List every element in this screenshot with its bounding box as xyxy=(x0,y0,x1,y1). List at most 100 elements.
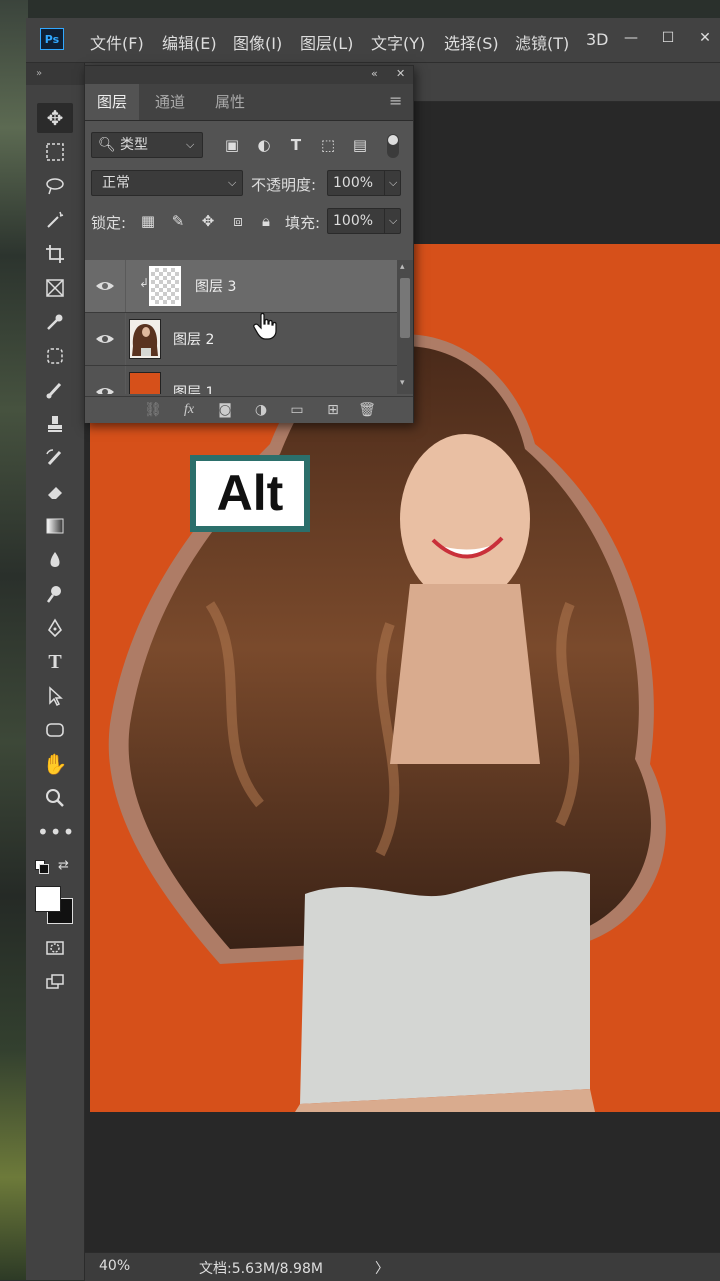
menu-filter[interactable]: 滤镜(T) xyxy=(515,30,569,54)
pen-tool-icon[interactable] xyxy=(37,613,73,643)
quick-mask-icon[interactable] xyxy=(37,933,73,963)
folder-icon[interactable]: ▭ xyxy=(285,399,309,421)
visibility-eye-icon[interactable] xyxy=(95,276,115,296)
blend-mode-label: 正常 xyxy=(102,175,130,191)
shape-tool-icon[interactable] xyxy=(37,715,73,745)
gradient-tool-icon[interactable] xyxy=(37,511,73,541)
blur-tool-icon[interactable] xyxy=(37,545,73,575)
opacity-value: 100% xyxy=(333,175,374,191)
hand-tool-icon[interactable]: ✋ xyxy=(37,749,73,779)
layer-row[interactable]: 图层 2 xyxy=(85,313,397,366)
filter-shape-icon[interactable]: ⬚ xyxy=(317,134,339,156)
scroll-up-icon[interactable]: ▴ xyxy=(400,262,405,272)
panel-menu-icon[interactable]: ≡ xyxy=(389,91,402,110)
lock-image-icon[interactable]: ✎ xyxy=(167,210,189,232)
filter-row: 🔍︎ 类型 ⌵ ▣ ◐ T ⬚ ▤ xyxy=(85,128,413,162)
status-bar: 40% 文档:5.63M/8.98M 〉 xyxy=(85,1252,720,1281)
panel-tabs: 图层 通道 属性 ≡ xyxy=(85,84,413,121)
ps-logo: Ps xyxy=(40,28,64,50)
layers-scrollbar[interactable]: ▴ ▾ xyxy=(397,260,413,394)
lock-label: 锁定: xyxy=(91,214,127,232)
menu-bar: Ps 文件(F) 编辑(E) 图像(I) 图层(L) 文字(Y) 选择(S) 滤… xyxy=(26,18,720,63)
layer-row[interactable]: ↲ 图层 3 xyxy=(85,260,397,313)
magic-wand-tool-icon[interactable] xyxy=(37,205,73,235)
status-menu-arrow-icon[interactable]: 〉 xyxy=(375,1258,389,1278)
layer-name[interactable]: 图层 3 xyxy=(195,276,236,296)
brush-tool-icon[interactable] xyxy=(37,375,73,405)
layer-name[interactable]: 图层 2 xyxy=(173,329,214,349)
layers-panel: « ✕ 图层 通道 属性 ≡ 🔍︎ 类型 ⌵ ▣ ◐ T ⬚ ▤ 正常 ⌵ 不透… xyxy=(84,65,414,423)
lock-transparency-icon[interactable]: ▦ xyxy=(137,210,159,232)
search-icon: 🔍︎ xyxy=(98,137,116,153)
menu-image[interactable]: 图像(I) xyxy=(233,30,282,54)
zoom-level[interactable]: 40% xyxy=(99,1258,130,1274)
screen-mode-icon[interactable] xyxy=(37,967,73,997)
scroll-thumb[interactable] xyxy=(400,278,410,338)
layers-list: ↲ 图层 3 图层 2 图层 1 xyxy=(85,260,397,394)
default-colors-icon[interactable] xyxy=(35,860,49,874)
swap-colors-icon[interactable]: ⇄ xyxy=(58,858,69,873)
opacity-field[interactable]: 100% ⌵ xyxy=(327,170,401,196)
blend-row: 正常 ⌵ 不透明度: 100% ⌵ xyxy=(85,166,413,200)
move-tool-icon[interactable]: ✥ xyxy=(37,103,73,133)
lock-artboard-icon[interactable]: ⧈ xyxy=(227,210,249,232)
visibility-eye-icon[interactable] xyxy=(95,382,115,394)
toolbar-collapse-icon[interactable]: » xyxy=(26,63,84,85)
healing-tool-icon[interactable] xyxy=(37,341,73,371)
link-icon[interactable]: ⛓ xyxy=(141,399,165,421)
panel-close-icon[interactable]: ✕ xyxy=(396,67,405,80)
blend-mode-select[interactable]: 正常 ⌵ xyxy=(91,170,243,196)
menu-3d[interactable]: 3D xyxy=(586,30,609,49)
fill-value: 100% xyxy=(333,213,374,229)
layer-name[interactable]: 图层 1 xyxy=(173,382,214,394)
fill-label: 填充: xyxy=(285,214,321,232)
fill-field[interactable]: 100% ⌵ xyxy=(327,208,401,234)
clipping-mask-icon: ↲ xyxy=(139,276,150,290)
fx-icon[interactable]: fx xyxy=(177,399,201,421)
filter-toggle[interactable] xyxy=(387,134,399,158)
menu-select[interactable]: 选择(S) xyxy=(444,30,499,54)
filter-adjustment-icon[interactable]: ◐ xyxy=(253,134,275,156)
marquee-tool-icon[interactable] xyxy=(37,137,73,167)
maximize-button[interactable]: ☐ xyxy=(653,24,683,52)
lock-all-icon[interactable]: 🔒︎ xyxy=(255,210,277,232)
foreground-color-swatch[interactable] xyxy=(35,886,61,912)
filter-smart-object-icon[interactable]: ▤ xyxy=(349,134,371,156)
eyedropper-tool-icon[interactable] xyxy=(37,307,73,337)
photoshop-window: Ps 文件(F) 编辑(E) 图像(I) 图层(L) 文字(Y) 选择(S) 滤… xyxy=(26,18,720,1281)
crop-tool-icon[interactable] xyxy=(37,239,73,269)
lasso-tool-icon[interactable] xyxy=(37,171,73,201)
layer-row[interactable]: 图层 1 xyxy=(85,366,397,394)
filter-type-icon[interactable]: T xyxy=(285,134,307,156)
close-window-button[interactable]: ✕ xyxy=(690,24,720,52)
menu-type[interactable]: 文字(Y) xyxy=(371,30,425,54)
minimize-button[interactable]: — xyxy=(616,24,646,52)
zoom-tool-icon[interactable] xyxy=(37,783,73,813)
type-tool-icon[interactable]: T xyxy=(37,647,73,677)
alt-key-overlay: Alt xyxy=(190,455,310,532)
visibility-eye-icon[interactable] xyxy=(95,329,115,349)
filter-pixel-icon[interactable]: ▣ xyxy=(221,134,243,156)
scroll-down-icon[interactable]: ▾ xyxy=(400,378,405,388)
more-tools-icon[interactable]: ••• xyxy=(37,817,74,847)
tab-channels[interactable]: 通道 xyxy=(143,84,197,120)
lock-position-icon[interactable]: ✥ xyxy=(197,210,219,232)
menu-layer[interactable]: 图层(L) xyxy=(300,30,353,54)
adjustment-icon[interactable]: ◑ xyxy=(249,399,273,421)
panel-collapse-icon[interactable]: « xyxy=(371,67,378,80)
eraser-tool-icon[interactable] xyxy=(37,477,73,507)
chevron-down-icon: ⌵ xyxy=(384,171,397,195)
history-brush-tool-icon[interactable] xyxy=(37,443,73,473)
tab-layers[interactable]: 图层 xyxy=(85,84,140,120)
new-layer-icon[interactable]: ⊞ xyxy=(321,399,345,421)
filter-kind-select[interactable]: 🔍︎ 类型 ⌵ xyxy=(91,132,203,158)
frame-tool-icon[interactable] xyxy=(37,273,73,303)
mask-icon[interactable]: ◙ xyxy=(213,399,237,421)
path-selection-tool-icon[interactable] xyxy=(37,681,73,711)
menu-file[interactable]: 文件(F) xyxy=(90,30,144,54)
dodge-tool-icon[interactable] xyxy=(37,579,73,609)
trash-icon[interactable]: 🗑︎ xyxy=(355,399,379,421)
menu-edit[interactable]: 编辑(E) xyxy=(162,30,217,54)
stamp-tool-icon[interactable] xyxy=(37,409,73,439)
tab-properties[interactable]: 属性 xyxy=(203,84,257,120)
